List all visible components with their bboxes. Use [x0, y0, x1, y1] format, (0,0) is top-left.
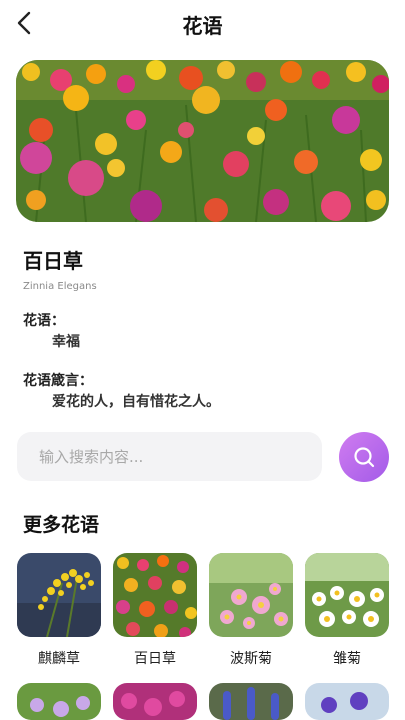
flower-thumbnail [209, 553, 293, 637]
flower-thumbnail [17, 683, 101, 720]
flower-card-goldenrod[interactable]: 麒麟草 [17, 553, 101, 668]
hero-image [16, 60, 389, 222]
more-section-title: 更多花语 [23, 514, 100, 536]
flower-language-value: 幸福 [52, 334, 80, 350]
flower-card-cosmos[interactable]: 波斯菊 [209, 553, 293, 668]
flower-latin-name: Zinnia Elegans [23, 281, 97, 292]
search-button[interactable] [339, 432, 389, 482]
flower-card-label: 百日草 [134, 651, 176, 667]
flower-card-label: 麒麟草 [38, 651, 80, 667]
flower-thumbnail [17, 553, 101, 637]
flower-thumbnail [113, 683, 197, 720]
flower-card[interactable] [113, 683, 197, 720]
flower-card-label: 雏菊 [333, 651, 361, 667]
flower-thumbnail [305, 683, 389, 720]
search-icon [354, 447, 375, 468]
search-input[interactable] [17, 432, 322, 481]
flower-card[interactable] [209, 683, 293, 720]
flower-name: 百日草 [23, 249, 83, 273]
flower-thumbnail [305, 553, 389, 637]
header: 花语 [0, 0, 405, 46]
flower-card-daisy[interactable]: 雏菊 [305, 553, 389, 668]
flower-quote-label: 花语箴言： [23, 373, 93, 389]
flower-quote-value: 爱花的人，自有惜花之人。 [52, 394, 220, 410]
flower-thumbnail [113, 553, 197, 637]
page-title: 花语 [182, 14, 223, 38]
flower-language-label: 花语： [23, 313, 65, 329]
flower-card[interactable] [17, 683, 101, 720]
flower-card[interactable] [305, 683, 389, 720]
flower-card-label: 波斯菊 [230, 651, 272, 667]
flower-card-zinnia[interactable]: 百日草 [113, 553, 197, 668]
flower-thumbnail [209, 683, 293, 720]
